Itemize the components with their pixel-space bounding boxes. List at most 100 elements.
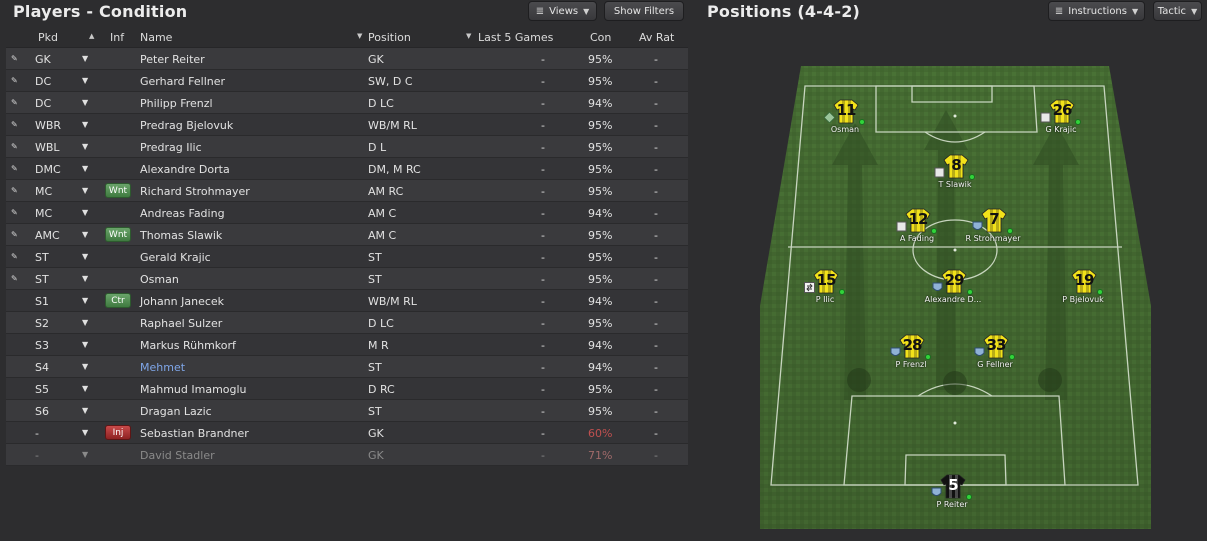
player-marker[interactable]: 19 P Bjelovuk: [1048, 268, 1118, 312]
table-row[interactable]: ✎ DC ▼ Gerhard Fellner SW, D C - 95% -: [6, 70, 688, 92]
chevron-down-icon[interactable]: ▼: [82, 120, 88, 129]
table-row[interactable]: ✎ WBL ▼ Predrag Ilic D L - 95% -: [6, 136, 688, 158]
pkd-cell: ST: [35, 251, 49, 264]
chevron-down-icon[interactable]: ▼: [82, 98, 88, 107]
table-row[interactable]: ✎ DMC ▼ Alexandre Dorta DM, M RC - 95% -: [6, 158, 688, 180]
chevron-down-icon[interactable]: ▼: [82, 274, 88, 283]
player-marker[interactable]: 11 Osman: [810, 98, 880, 142]
player-name[interactable]: Gerald Krajic: [140, 251, 211, 264]
chevron-down-icon[interactable]: ▼: [82, 450, 88, 459]
table-row[interactable]: ✎ MC ▼ Andreas Fading AM C - 94% -: [6, 202, 688, 224]
pkd-cell: GK: [35, 53, 51, 66]
table-row[interactable]: S3 ▼ Markus Rühmkorf M R - 94% -: [6, 334, 688, 356]
player-name[interactable]: Mahmud Imamoglu: [140, 383, 247, 396]
player-name[interactable]: Peter Reiter: [140, 53, 205, 66]
shield-icon: [890, 347, 901, 356]
player-name[interactable]: Gerhard Fellner: [140, 75, 225, 88]
player-name[interactable]: Predrag Bjelovuk: [140, 119, 233, 132]
chevron-down-icon[interactable]: ▼: [82, 252, 88, 261]
player-name[interactable]: Thomas Slawik: [140, 229, 222, 242]
table-row[interactable]: ✎ ST ▼ Gerald Krajic ST - 95% -: [6, 246, 688, 268]
header-name[interactable]: Name: [140, 31, 172, 44]
shirt-number: 7: [989, 210, 999, 228]
views-button[interactable]: ≣ Views ▼: [528, 1, 597, 21]
table-row[interactable]: S1 ▼ Ctr Johann Janecek WB/M RL - 94% -: [6, 290, 688, 312]
table-row[interactable]: ✎ DC ▼ Philipp Frenzl D LC - 94% -: [6, 92, 688, 114]
pin-icon: ✎: [11, 54, 18, 63]
chevron-down-icon[interactable]: ▼: [82, 164, 88, 173]
chevron-down-icon[interactable]: ▼: [82, 54, 88, 63]
player-name[interactable]: Alexandre Dorta: [140, 163, 230, 176]
chevron-down-icon[interactable]: ▼: [82, 296, 88, 305]
condition-cell: 95%: [588, 141, 613, 154]
table-row[interactable]: - ▼ Inj Sebastian Brandner GK - 60% -: [6, 422, 688, 444]
header-last5[interactable]: Last 5 Games: [478, 31, 553, 44]
player-marker-name: T Slawik: [938, 180, 972, 189]
player-marker[interactable]: 33 G Fellner: [960, 333, 1030, 377]
header-avrat[interactable]: Av Rat: [639, 31, 674, 44]
condition-cell: 94%: [588, 295, 613, 308]
header-pkd[interactable]: Pkd: [38, 31, 58, 44]
chevron-down-icon[interactable]: ▼: [82, 362, 88, 371]
chevron-down-icon[interactable]: ▼: [82, 428, 88, 437]
header-position[interactable]: Position: [368, 31, 411, 44]
condition-cell: 95%: [588, 229, 613, 242]
last5-cell: -: [541, 141, 545, 154]
table-row[interactable]: S2 ▼ Raphael Sulzer D LC - 95% -: [6, 312, 688, 334]
player-name[interactable]: Sebastian Brandner: [140, 427, 249, 440]
condition-cell: 94%: [588, 97, 613, 110]
player-marker[interactable]: 5 P Reiter: [917, 473, 987, 517]
player-marker[interactable]: 15 P Ilic: [790, 268, 860, 312]
table-row[interactable]: - ▼ David Stadler GK - 71% -: [6, 444, 688, 466]
player-name[interactable]: Johann Janecek: [140, 295, 224, 308]
table-row[interactable]: ✎ GK ▼ Peter Reiter GK - 95% -: [6, 48, 688, 70]
chevron-down-icon[interactable]: ▼: [82, 318, 88, 327]
table-row[interactable]: S5 ▼ Mahmud Imamoglu D RC - 95% -: [6, 378, 688, 400]
player-name[interactable]: Mehmet: [140, 361, 185, 374]
player-name[interactable]: Dragan Lazic: [140, 405, 212, 418]
pkd-cell: S1: [35, 295, 49, 308]
player-marker[interactable]: 12 A Fading: [882, 207, 952, 251]
player-name[interactable]: Richard Strohmayer: [140, 185, 250, 198]
table-row[interactable]: S6 ▼ Dragan Lazic ST - 95% -: [6, 400, 688, 422]
chevron-down-icon: ▼: [583, 6, 590, 16]
player-name[interactable]: Predrag Ilic: [140, 141, 202, 154]
chevron-down-icon[interactable]: ▼: [82, 186, 88, 195]
header-con[interactable]: Con: [590, 31, 611, 44]
chevron-down-icon[interactable]: ▼: [82, 76, 88, 85]
chevron-down-icon[interactable]: ▼: [82, 208, 88, 217]
show-filters-button[interactable]: Show Filters: [604, 1, 684, 21]
last5-cell: -: [541, 361, 545, 374]
shirt-icon: 15: [813, 268, 839, 294]
last5-cell: -: [541, 185, 545, 198]
condition-cell: 95%: [588, 317, 613, 330]
header-inf[interactable]: Inf: [110, 31, 124, 44]
chevron-down-icon[interactable]: ▼: [82, 384, 88, 393]
player-name[interactable]: Philipp Frenzl: [140, 97, 213, 110]
pkd-cell: MC: [35, 185, 53, 198]
player-marker[interactable]: 7 R Strohmayer: [958, 207, 1028, 251]
player-name[interactable]: Markus Rühmkorf: [140, 339, 236, 352]
chevron-down-icon[interactable]: ▼: [82, 230, 88, 239]
pkd-cell: DC: [35, 97, 52, 110]
table-row[interactable]: S4 ▼ Mehmet ST - 94% -: [6, 356, 688, 378]
player-name[interactable]: David Stadler: [140, 449, 215, 462]
player-name[interactable]: Osman: [140, 273, 179, 286]
players-table: Pkd ▲ Inf Name ▼ Position ▼ Last 5 Games…: [6, 27, 688, 466]
table-row[interactable]: ✎ MC ▼ Wnt Richard Strohmayer AM RC - 95% -: [6, 180, 688, 202]
chevron-down-icon[interactable]: ▼: [82, 406, 88, 415]
pkd-cell: WBR: [35, 119, 62, 132]
player-name[interactable]: Andreas Fading: [140, 207, 225, 220]
chevron-down-icon[interactable]: ▼: [82, 340, 88, 349]
table-row[interactable]: ✎ ST ▼ Osman ST - 95% -: [6, 268, 688, 290]
chevron-down-icon[interactable]: ▼: [82, 142, 88, 151]
table-row[interactable]: ✎ WBR ▼ Predrag Bjelovuk WB/M RL - 95% -: [6, 114, 688, 136]
table-row[interactable]: ✎ AMC ▼ Wnt Thomas Slawik AM C - 95% -: [6, 224, 688, 246]
player-name[interactable]: Raphael Sulzer: [140, 317, 222, 330]
player-marker[interactable]: 29 Alexandre D...: [918, 268, 988, 312]
shirt-icon: 11: [833, 98, 859, 124]
player-marker[interactable]: 28 P Frenzl: [876, 333, 946, 377]
player-marker[interactable]: 26 G Krajic: [1026, 98, 1096, 142]
pin-icon: ✎: [11, 120, 18, 129]
player-marker[interactable]: 8 T Slawik: [920, 153, 990, 197]
